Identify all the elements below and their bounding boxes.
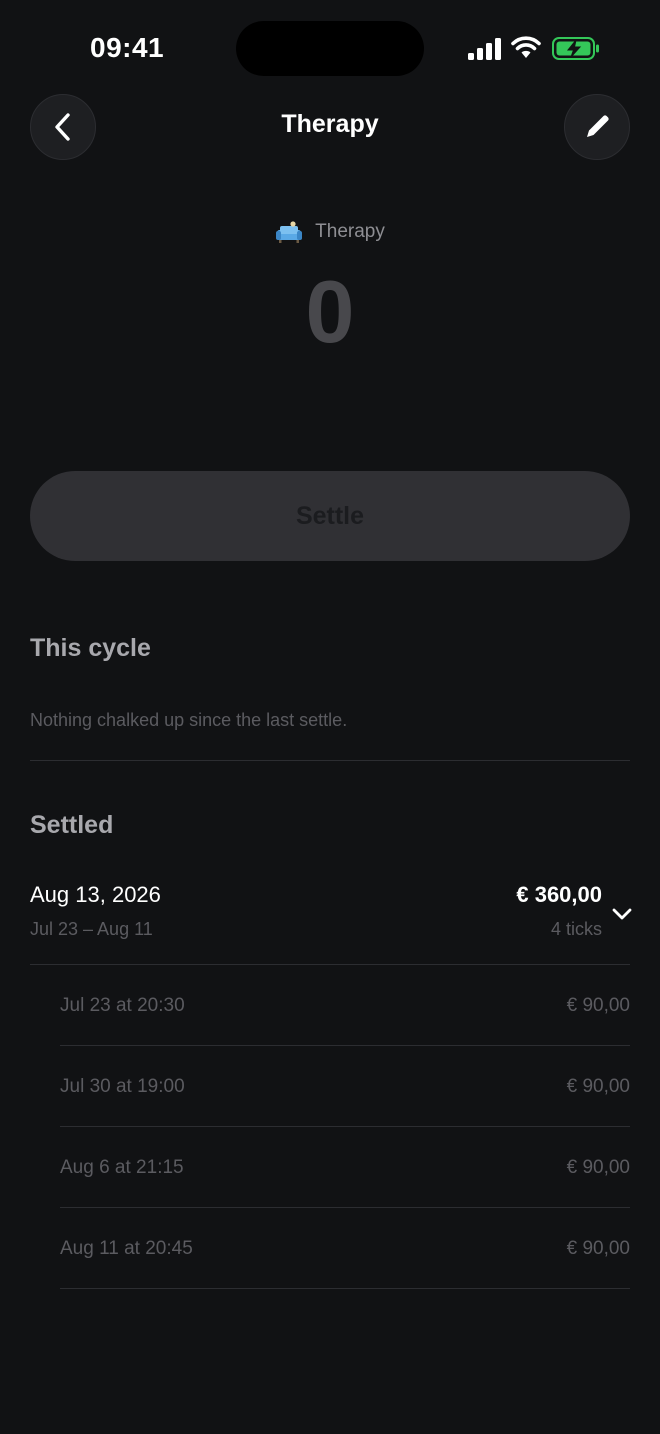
list-item[interactable]: Jul 30 at 19:00 € 90,00 — [60, 1046, 630, 1127]
entry-amount: € 90,00 — [566, 1076, 630, 1097]
status-time: 09:41 — [90, 32, 165, 63]
signal-icon — [468, 38, 501, 60]
entry-date: Aug 6 at 21:15 — [60, 1157, 184, 1178]
chevron-down-icon[interactable] — [610, 902, 634, 926]
entry-date: Jul 30 at 19:00 — [60, 1076, 185, 1097]
couch-icon — [276, 221, 303, 243]
entry-amount: € 90,00 — [566, 995, 630, 1016]
settled-group-date: Aug 13, 2026 — [30, 882, 161, 907]
section-divider — [30, 760, 630, 761]
entry-divider — [60, 1288, 630, 1289]
entry-date: Jul 23 at 20:30 — [60, 995, 185, 1016]
settled-group-ticks: 4 ticks — [550, 919, 602, 939]
list-item[interactable]: Aug 11 at 20:45 € 90,00 — [60, 1208, 630, 1289]
tally-name: Therapy — [315, 221, 385, 242]
list-item[interactable]: Aug 6 at 21:15 € 90,00 — [60, 1127, 630, 1208]
tally-count: 0 — [305, 262, 355, 361]
entry-amount: € 90,00 — [566, 1238, 630, 1259]
settled-group-amount: € 360,00 — [516, 882, 602, 907]
list-item[interactable]: Jul 23 at 20:30 € 90,00 — [60, 965, 630, 1046]
edit-button[interactable] — [564, 94, 630, 160]
empty-cycle-note: Nothing chalked up since the last settle… — [30, 710, 348, 730]
status-bar: 09:41 — [0, 0, 660, 96]
entry-amount: € 90,00 — [566, 1157, 630, 1178]
entry-date: Aug 11 at 20:45 — [60, 1238, 193, 1259]
battery-icon — [552, 37, 599, 60]
settled-heading: Settled — [30, 811, 114, 839]
settle-button[interactable]: Settle — [30, 471, 630, 561]
wifi-icon — [511, 36, 541, 58]
settled-group-range: Jul 23 – Aug 11 — [30, 919, 153, 939]
dynamic-island — [236, 21, 424, 76]
page-title: Therapy — [281, 110, 379, 138]
tally-label: Therapy — [0, 218, 660, 246]
pencil-icon — [587, 115, 609, 137]
this-cycle-heading: This cycle — [30, 634, 151, 662]
